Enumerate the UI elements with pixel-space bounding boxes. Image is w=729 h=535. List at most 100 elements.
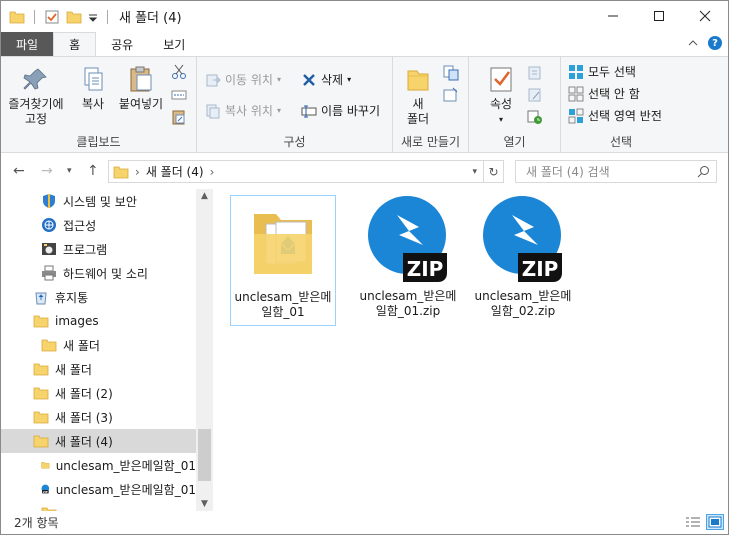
- nav-item-recycle-bin[interactable]: 휴지통: [1, 285, 196, 309]
- minimize-button[interactable]: [590, 1, 636, 31]
- window-title: 새 폴더 (4): [119, 11, 182, 26]
- cut-icon[interactable]: [171, 64, 187, 80]
- edit-icon[interactable]: [527, 87, 543, 103]
- scrollbar-thumb[interactable]: [198, 429, 211, 481]
- folder-icon: [254, 214, 312, 274]
- accessibility-icon: [42, 218, 56, 232]
- open-icon[interactable]: [527, 65, 543, 81]
- address-row: ← → ▾ ↑ › 새 폴더 (4) › ▾ ↻ 새 폴더 (4) 검색: [1, 153, 728, 189]
- select-none-button[interactable]: 선택 안 함: [568, 85, 640, 102]
- status-bar: 2개 항목: [1, 511, 728, 534]
- nav-item-programs[interactable]: 프로그램: [1, 237, 196, 261]
- nav-item-new-folder-4[interactable]: 새 폴더 (4): [1, 429, 196, 453]
- svg-text:ZIP: ZIP: [522, 257, 559, 281]
- tab-view[interactable]: 보기: [148, 32, 200, 56]
- copy-to-icon: [206, 104, 220, 118]
- select-all-button[interactable]: 모두 선택: [568, 63, 636, 80]
- recycle-bin-icon: [35, 292, 47, 305]
- large-icons-view-icon: [708, 516, 722, 528]
- maximize-button[interactable]: [636, 1, 682, 31]
- nav-item-images[interactable]: images: [1, 309, 196, 333]
- properties-button[interactable]: 속성 ▾: [483, 65, 519, 127]
- search-input[interactable]: 새 폴더 (4) 검색: [515, 160, 717, 183]
- file-item-folder[interactable]: unclesam_받은메일함_01: [230, 195, 336, 326]
- nav-item-unclesam-folder[interactable]: unclesam_받은메일함_01: [1, 453, 196, 477]
- svg-text:ZIP: ZIP: [407, 257, 444, 281]
- organize-group-label: 구성: [283, 135, 306, 149]
- copy-button[interactable]: 복사: [75, 65, 111, 112]
- select-all-icon: [569, 64, 583, 79]
- large-icons-view-button[interactable]: [706, 514, 724, 530]
- new-folder-button[interactable]: 새 폴더: [401, 65, 435, 127]
- file-list: unclesam_받은메일함_01 ZIP unclesam_받은메일함_01.…: [213, 189, 728, 511]
- nav-item-new-folder[interactable]: 새 폴더: [1, 357, 196, 381]
- details-view-button[interactable]: [684, 514, 702, 530]
- file-item-zip-02[interactable]: ZIP unclesam_받은메일함_02.zip: [470, 195, 576, 326]
- svg-text:ZIP: ZIP: [43, 490, 48, 494]
- search-placeholder: 새 폴더 (4) 검색: [526, 165, 610, 179]
- folder-icon[interactable]: [9, 9, 25, 25]
- pin-to-quick-access-button[interactable]: 즐겨찾기에 고정: [7, 65, 65, 127]
- clipboard-group-label: 클립보드: [76, 135, 121, 149]
- address-bar[interactable]: › 새 폴더 (4) › ▾ ↻: [108, 160, 504, 183]
- folder-icon: [33, 363, 49, 376]
- dropdown-arrow-icon[interactable]: [88, 9, 98, 25]
- select-none-icon: [568, 86, 584, 101]
- paste-shortcut-icon[interactable]: [171, 109, 187, 125]
- copy-to-button[interactable]: 복사 위치 ▾: [205, 102, 281, 119]
- printer-icon: [42, 265, 56, 281]
- delete-button[interactable]: 삭제 ▾: [301, 71, 351, 88]
- nav-item-new-folder-2[interactable]: 새 폴더 (2): [1, 381, 196, 405]
- tab-file[interactable]: 파일: [1, 32, 54, 56]
- up-icon[interactable]: ↑: [87, 163, 99, 179]
- folder-icon: [41, 462, 50, 469]
- file-item-zip-01[interactable]: ZIP unclesam_받은메일함_01.zip: [355, 195, 461, 326]
- tab-share[interactable]: 공유: [96, 32, 148, 56]
- address-history-icon[interactable]: ▾: [472, 167, 477, 177]
- folder-icon: [33, 315, 49, 328]
- navigation-pane: 시스템 및 보안 접근성 프로그램 하드웨어 및 소리 휴지통 images 새…: [1, 189, 213, 511]
- new-folder-icon[interactable]: [66, 9, 82, 25]
- nav-item-system-security[interactable]: 시스템 및 보안: [1, 189, 196, 213]
- easy-access-icon[interactable]: [443, 87, 459, 103]
- quick-access-toolbar: [9, 9, 111, 25]
- history-icon[interactable]: [527, 109, 543, 125]
- folder-icon: [41, 339, 57, 352]
- organize-group: 이동 위치 ▾ 복사 위치 ▾ 삭제 ▾ 이름 바꾸기 구성: [197, 57, 393, 153]
- move-to-button[interactable]: 이동 위치 ▾: [205, 71, 281, 88]
- help-icon[interactable]: ?: [708, 36, 722, 50]
- paste-button[interactable]: 붙여넣기: [115, 65, 167, 112]
- scroll-down-icon[interactable]: ▼: [196, 499, 213, 509]
- new-item-icon[interactable]: [443, 65, 459, 81]
- rename-button[interactable]: 이름 바꾸기: [301, 102, 380, 119]
- invert-selection-icon: [568, 108, 584, 123]
- programs-icon: [42, 243, 56, 255]
- nav-item-new-folder-3[interactable]: 새 폴더 (3): [1, 405, 196, 429]
- scroll-up-icon[interactable]: ▲: [196, 191, 213, 201]
- recent-locations-icon[interactable]: ▾: [67, 166, 72, 176]
- properties-check-icon[interactable]: [44, 9, 60, 25]
- open-group-label: 열기: [503, 135, 526, 149]
- delete-icon: [303, 73, 315, 86]
- select-group-label: 선택: [609, 135, 633, 149]
- forward-icon[interactable]: →: [41, 163, 53, 179]
- nav-item-new-folder-child[interactable]: 새 폴더: [1, 333, 196, 357]
- collapse-ribbon-icon[interactable]: [688, 39, 698, 47]
- zip-icon: ZIP: [483, 196, 562, 282]
- ribbon: 즐겨찾기에 고정 복사 붙여넣기 클립보드 이동 위치 ▾ 복사 위치 ▾ 삭제…: [1, 56, 728, 153]
- title-bar: 새 폴더 (4): [1, 1, 728, 32]
- nav-scrollbar[interactable]: ▲ ▼: [196, 189, 213, 511]
- back-icon[interactable]: ←: [13, 163, 25, 179]
- copy-path-icon[interactable]: [171, 87, 187, 103]
- nav-item-unclesam-zip[interactable]: ZIP unclesam_받은메일함_01: [1, 477, 196, 501]
- refresh-icon[interactable]: ↻: [483, 161, 503, 182]
- nav-item-hardware-sound[interactable]: 하드웨어 및 소리: [1, 261, 196, 285]
- close-button[interactable]: [682, 1, 728, 31]
- folder-icon: [33, 435, 49, 448]
- tab-home[interactable]: 홈: [53, 32, 97, 56]
- invert-selection-button[interactable]: 선택 영역 반전: [568, 107, 662, 124]
- nav-item-partial[interactable]: [1, 501, 196, 511]
- new-folder-label: 새 폴더: [406, 97, 430, 126]
- nav-item-accessibility[interactable]: 접근성: [1, 213, 196, 237]
- breadcrumb-current[interactable]: 새 폴더 (4): [146, 163, 204, 180]
